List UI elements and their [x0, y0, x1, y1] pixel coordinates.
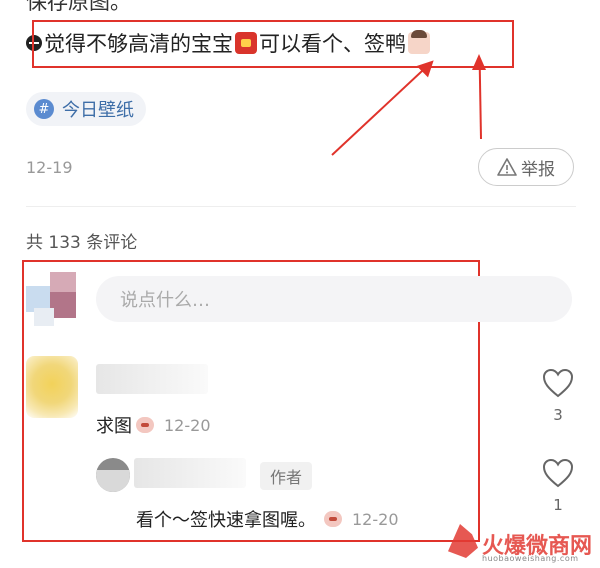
watermark-logo-icon	[448, 524, 478, 558]
heart-icon	[542, 458, 574, 488]
like-count: 3	[553, 406, 563, 424]
comment-input-placeholder: 说点什么…	[120, 290, 210, 311]
divider	[26, 206, 576, 207]
commenter-name	[96, 364, 208, 394]
watermark: 火爆微商网 huobaoweishang.com	[448, 524, 592, 563]
hashtag-icon: #	[34, 99, 54, 119]
comment-input[interactable]: 说点什么…	[96, 276, 572, 322]
comment-date: 12-20	[164, 415, 211, 435]
comment-count: 共 133 条评论	[26, 233, 138, 253]
heart-icon	[542, 368, 574, 398]
reply-text: 看个～签快速拿图喔。	[136, 510, 316, 531]
post-date: 12-19	[26, 158, 73, 177]
reply-item: 看个～签快速拿图喔。 12-20	[136, 506, 399, 532]
like-button[interactable]: 1	[538, 458, 578, 514]
reply-date: 12-20	[352, 509, 399, 529]
commenter-avatar	[26, 356, 78, 418]
comment-text: 求图	[96, 416, 132, 437]
like-button[interactable]: 3	[538, 368, 578, 424]
topic-tag-label: 今日壁纸	[62, 100, 134, 121]
emoji-face-icon	[136, 417, 154, 433]
annotation-arrowhead-2	[472, 54, 486, 70]
topic-tag[interactable]: # 今日壁纸	[26, 92, 146, 126]
warning-triangle-icon	[497, 158, 517, 176]
annotation-arrow-2	[478, 58, 482, 140]
emoji-face-icon	[324, 511, 342, 527]
annotation-box-post	[32, 20, 514, 68]
watermark-domain: huobaoweishang.com	[482, 554, 579, 563]
comment-item: 求图 12-20	[96, 412, 211, 438]
report-label: 举报	[521, 159, 555, 180]
like-count: 1	[553, 496, 563, 514]
reply-avatar	[96, 458, 130, 492]
report-button[interactable]: 举报	[478, 148, 574, 186]
previous-text-line: 保存原图。	[26, 0, 131, 14]
author-badge: 作者	[260, 462, 313, 490]
annotation-arrow-1	[331, 64, 429, 156]
reply-name	[134, 458, 246, 488]
user-avatar	[26, 268, 82, 328]
